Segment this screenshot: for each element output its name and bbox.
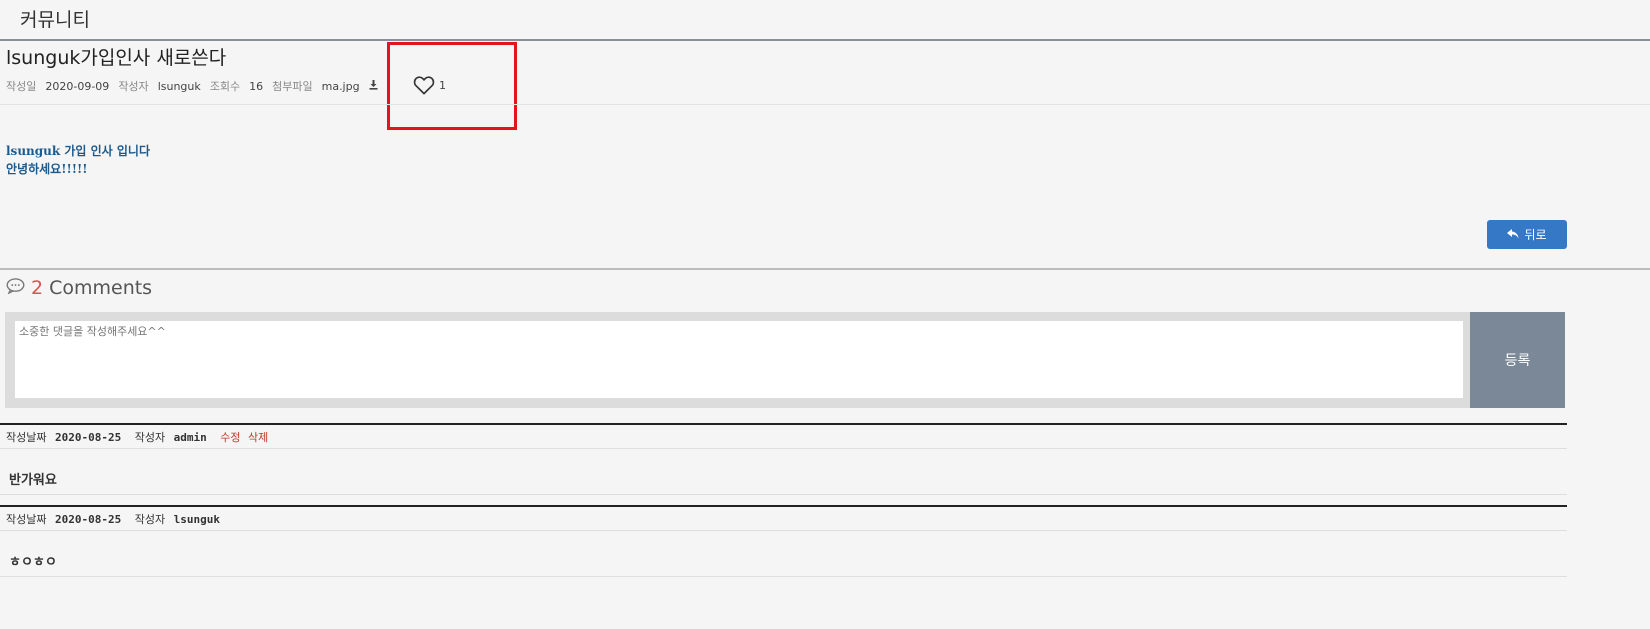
page-header: 커뮤니티 [0,0,1650,41]
edit-comment-link[interactable]: 수정 [220,431,240,444]
comment-divider [0,530,1567,531]
author-label: 작성자 [118,80,149,93]
post-author: lsunguk [157,79,201,93]
page-title: 커뮤니티 [20,9,90,31]
like-button[interactable]: 1 [413,75,446,95]
comment-divider [0,576,1567,577]
comment-date: 2020-08-25 [54,431,122,444]
content-line: lsunguk 가입 인사 입니다 [6,144,151,158]
comment-input[interactable] [15,321,1463,398]
comment-divider [0,448,1567,449]
comment-author-label: 작성자 [134,513,166,526]
comment-form [5,312,1470,408]
comment-bubble-icon [6,277,25,299]
comment-body: 반가워요 [9,473,57,488]
comment-divider [0,423,1567,425]
comments-header: 2 Comments [6,277,152,299]
comment-date: 2020-08-25 [54,513,122,526]
comment-divider [0,505,1567,507]
post-title: lsunguk가입인사 새로쓴다 [6,47,227,69]
comments-label: Comments [49,277,153,299]
highlight-box [387,42,517,130]
comment-meta: 작성날짜 2020-08-25 작성자 lsunguk [6,511,230,527]
like-count: 1 [439,78,446,92]
post-date: 2020-09-09 [45,79,110,93]
download-icon[interactable] [369,79,378,93]
comment-body: ㅎㅇㅎㅇ [9,555,57,570]
comment-divider [0,494,1567,495]
delete-comment-link[interactable]: 삭제 [248,431,268,444]
back-button[interactable]: 뒤로 [1487,220,1567,249]
reply-icon [1507,228,1519,242]
attach-label: 첨부파일 [272,80,313,93]
submit-comment-button[interactable]: 등록 [1470,312,1565,408]
attach-file-link[interactable]: ma.jpg [322,80,360,93]
views-label: 조회수 [209,80,241,93]
comment-author-label: 작성자 [134,431,166,444]
date-label: 작성일 [6,80,37,93]
post-views: 16 [249,79,264,93]
heart-icon[interactable] [413,75,435,95]
comment-author: admin [173,431,207,444]
comment-author: lsunguk [173,513,220,526]
post-meta: 작성일 2020-09-09 작성자 lsunguk 조회수 16 첨부파일 m… [6,78,386,94]
comment-date-label: 작성날짜 [6,431,47,444]
content-line: 안녕하세요!!!!! [6,162,88,176]
divider [0,104,1650,105]
post-content: lsunguk 가입 인사 입니다 안녕하세요!!!!! [6,142,150,178]
divider [0,268,1650,270]
comment-meta: 작성날짜 2020-08-25 작성자 admin 수정 삭제 [6,429,272,445]
comment-count: 2 [31,277,44,299]
comment-date-label: 작성날짜 [6,513,47,526]
back-button-label: 뒤로 [1524,228,1547,242]
